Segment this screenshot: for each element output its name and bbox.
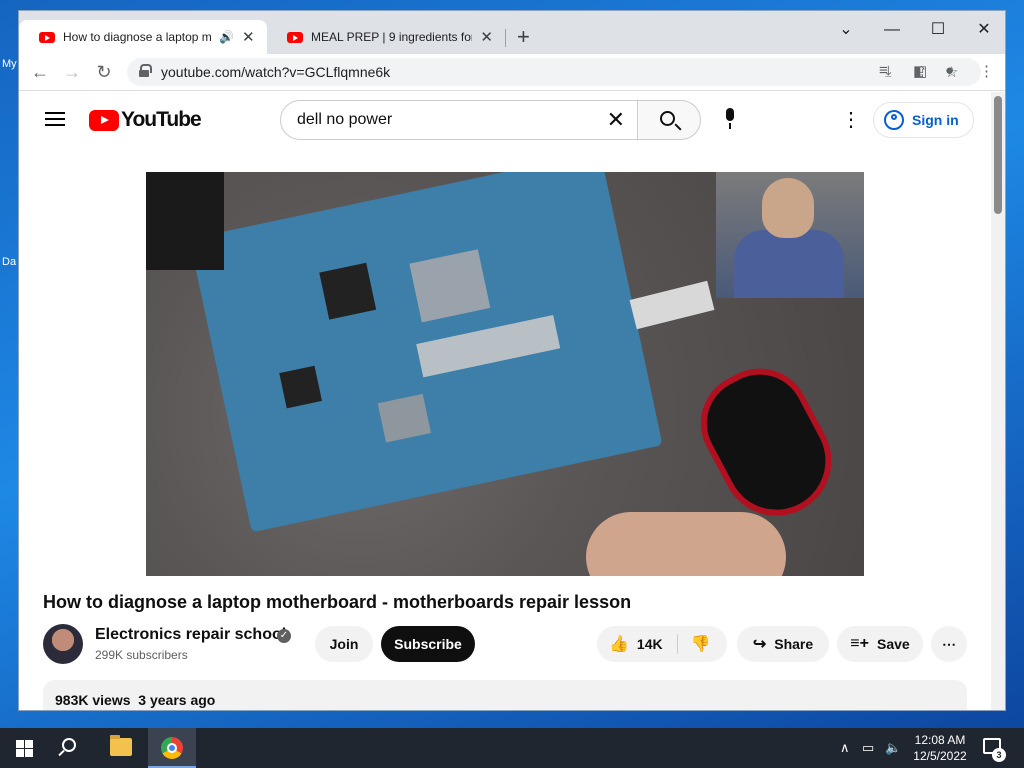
like-count[interactable]: 14K: [637, 636, 663, 652]
subscriber-count: 299K subscribers: [95, 648, 188, 662]
tab-title: MEAL PREP | 9 ingredients for fle: [311, 30, 472, 44]
network-icon[interactable]: ▭: [862, 740, 874, 756]
desktop-icon-label[interactable]: Da: [2, 256, 16, 268]
reload-button[interactable]: ↻: [91, 59, 117, 85]
tab-search-button[interactable]: ⌄: [823, 15, 869, 45]
cam-head: [762, 178, 814, 238]
profile-icon[interactable]: ●: [945, 62, 954, 79]
tab-separator: [505, 29, 506, 47]
maximize-button[interactable]: ☐: [915, 15, 961, 45]
multimeter-overlay: [146, 172, 224, 270]
sign-in-button[interactable]: Sign in: [873, 102, 974, 138]
chip: [377, 393, 432, 443]
system-clock[interactable]: 12:08 AM 12/5/2022: [900, 732, 980, 764]
share-icon: ↪: [752, 636, 767, 653]
file-explorer-button[interactable]: [98, 728, 146, 768]
video-title: How to diagnose a laptop motherboard - m…: [43, 592, 632, 612]
thumbs-down-icon[interactable]: 👎: [691, 634, 711, 654]
desktop-icon-label[interactable]: My: [2, 58, 17, 70]
close-button[interactable]: ✕: [961, 15, 1005, 45]
volume-icon[interactable]: 🔈: [885, 740, 901, 756]
save-label: Save: [876, 636, 910, 652]
ram-slot: [416, 314, 561, 378]
new-tab-button[interactable]: +: [517, 24, 530, 50]
windows-start-icon[interactable]: [16, 740, 33, 757]
tab-active[interactable]: How to diagnose a laptop m 🔊 ✕: [19, 20, 267, 54]
share-button[interactable]: ↪ Share: [737, 626, 829, 662]
webcam-overlay: [716, 172, 864, 298]
computer-mouse-image: [683, 350, 851, 536]
video-player[interactable]: [146, 172, 864, 576]
more-actions-button[interactable]: ⋯: [931, 626, 967, 662]
description-box[interactable]: 983K views 3 years ago: [43, 680, 967, 710]
tab-inactive[interactable]: MEAL PREP | 9 ingredients for fle ✕: [267, 20, 503, 54]
chrome-menu-icon[interactable]: ⋮: [979, 62, 994, 80]
youtube-logo[interactable]: YouTube: [89, 108, 202, 132]
youtube-play-icon: [89, 109, 119, 131]
audio-playing-icon[interactable]: 🔊: [219, 30, 234, 44]
like-separator: [677, 634, 678, 654]
clock-time: 12:08 AM: [914, 733, 966, 747]
youtube-page: YouTube dell no power ✕ ⋮ Sign in How to…: [19, 92, 1005, 710]
page-scrollbar[interactable]: [991, 92, 1005, 710]
account-icon: [884, 110, 904, 130]
youtube-wordmark: YouTube: [121, 108, 202, 131]
voice-search-icon[interactable]: [723, 108, 737, 132]
join-button[interactable]: Join: [315, 626, 373, 662]
tab-title: How to diagnose a laptop m: [63, 30, 212, 44]
minimize-button[interactable]: —: [869, 15, 915, 45]
side-panel-icon[interactable]: ◧: [913, 62, 927, 80]
back-button[interactable]: ←: [27, 59, 53, 85]
cam-shirt: [734, 230, 844, 298]
channel-avatar[interactable]: [43, 624, 83, 664]
chip: [319, 262, 377, 320]
search-input[interactable]: dell no power ✕: [280, 100, 638, 140]
menu-icon[interactable]: [45, 112, 65, 126]
tab-close-icon[interactable]: ✕: [480, 28, 493, 46]
verified-badge-icon: ✓: [277, 629, 291, 643]
like-dislike-group: 👍 14K 👎: [597, 626, 727, 662]
folder-icon: [110, 735, 132, 756]
youtube-favicon-icon: [287, 31, 303, 43]
clock-date: 12/5/2022: [913, 749, 967, 763]
subscribe-button[interactable]: Subscribe: [381, 626, 475, 662]
save-button[interactable]: ≡+ Save: [837, 626, 923, 662]
sign-in-label: Sign in: [912, 112, 959, 128]
share-label: Share: [774, 636, 814, 652]
motherboard-image: [189, 172, 663, 533]
view-count: 983K views: [55, 692, 131, 708]
settings-more-icon[interactable]: ⋮: [841, 110, 861, 130]
thumbs-up-icon[interactable]: 👍: [609, 634, 629, 654]
ribbon-cable: [629, 280, 715, 330]
chip: [409, 249, 491, 323]
browser-window: How to diagnose a laptop m 🔊 ✕ MEAL PREP…: [18, 10, 1006, 711]
lock-icon[interactable]: [139, 64, 152, 77]
search-icon: [660, 111, 675, 126]
playlist-add-icon: ≡+: [850, 635, 869, 652]
youtube-favicon-icon: [39, 31, 55, 43]
tab-strip: How to diagnose a laptop m 🔊 ✕ MEAL PREP…: [19, 11, 1005, 54]
notification-count-badge: 3: [992, 748, 1006, 762]
show-hidden-icons-icon[interactable]: ∧: [840, 740, 850, 756]
address-bar[interactable]: youtube.com/watch?v=GCLflqmne6k ⤓ ⇪ ☆: [127, 58, 981, 86]
taskbar-search-icon[interactable]: [62, 738, 76, 752]
search-button[interactable]: [637, 100, 701, 140]
hand-image: [586, 512, 786, 576]
clear-search-icon[interactable]: ✕: [607, 107, 625, 133]
chip: [279, 365, 322, 409]
browser-toolbar: ← → ↻ youtube.com/watch?v=GCLflqmne6k ⤓ …: [19, 54, 1005, 91]
tab-close-icon[interactable]: ✕: [242, 28, 255, 46]
upload-age: 3 years ago: [138, 692, 216, 708]
search-query[interactable]: dell no power: [297, 111, 392, 129]
chrome-icon: [161, 737, 183, 759]
forward-button[interactable]: →: [59, 59, 85, 85]
scrollbar-thumb[interactable]: [994, 96, 1002, 214]
chrome-taskbar-button[interactable]: [148, 728, 196, 768]
reading-list-icon[interactable]: ≡: [879, 62, 888, 79]
video-meta: 983K views 3 years ago: [55, 692, 215, 708]
taskbar: ∧ ▭ 🔈 12:08 AM 12/5/2022 3: [0, 728, 1024, 768]
channel-name[interactable]: Electronics repair school: [95, 626, 286, 644]
address-url[interactable]: youtube.com/watch?v=GCLflqmne6k: [161, 64, 390, 80]
